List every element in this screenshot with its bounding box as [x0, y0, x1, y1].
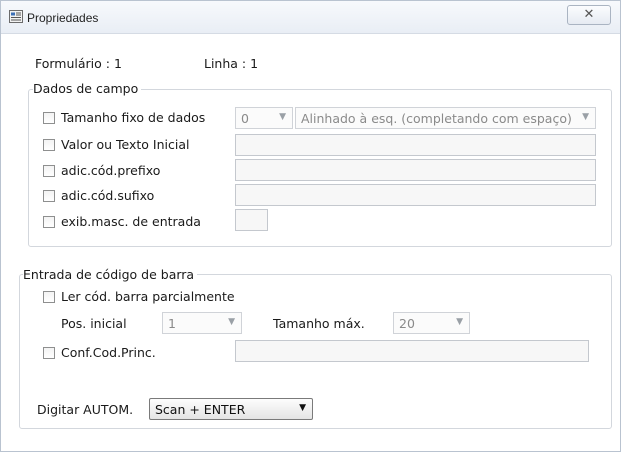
select-digitar-autom[interactable]: Scan + ENTER ▼: [149, 398, 313, 420]
label-pos-inicial: Pos. inicial: [61, 316, 127, 331]
input-sufixo[interactable]: [235, 184, 596, 206]
properties-dialog: Propriedades ✕ Formulário : 1 Linha : 1 …: [0, 0, 621, 452]
chevron-down-icon: ▼: [228, 317, 235, 327]
input-mascara[interactable]: [235, 209, 268, 231]
window-title: Propriedades: [27, 11, 99, 25]
properties-window-icon: [9, 10, 23, 23]
group-dados-de-campo-legend: Dados de campo: [33, 81, 142, 96]
label-ler-parcial: Ler cód. barra parcialmente: [61, 289, 235, 304]
chevron-down-icon: ▼: [299, 403, 306, 413]
chevron-down-icon: ▼: [582, 112, 589, 122]
close-icon: ✕: [583, 7, 595, 22]
select-digitar-autom-value: Scan + ENTER: [155, 402, 246, 417]
label-prefixo: adic.cód.prefixo: [61, 163, 161, 178]
select-tamanho-max[interactable]: 20 ▼: [393, 312, 470, 334]
checkbox-mascara[interactable]: [43, 216, 55, 228]
checkbox-sufixo[interactable]: [43, 190, 55, 202]
checkbox-tamanho-fixo[interactable]: [43, 112, 55, 124]
checkbox-valor-inicial[interactable]: [43, 139, 55, 151]
chevron-down-icon: ▼: [456, 317, 463, 327]
select-alignment-value: Alinhado à esq. (completando com espaço): [301, 111, 572, 126]
label-tamanho-max: Tamanho máx.: [273, 316, 365, 331]
select-pos-inicial[interactable]: 1 ▼: [162, 312, 242, 334]
label-mascara: exib.masc. de entrada: [61, 214, 201, 229]
label-tamanho-fixo: Tamanho fixo de dados: [61, 110, 206, 125]
group-codigo-barra-legend: Entrada de código de barra: [23, 267, 198, 282]
select-alignment[interactable]: Alinhado à esq. (completando com espaço)…: [295, 107, 596, 129]
input-valor-inicial[interactable]: [235, 134, 596, 156]
close-button[interactable]: ✕: [567, 5, 611, 25]
form-number-label: Formulário : 1: [35, 56, 122, 71]
checkbox-ler-parcial[interactable]: [43, 291, 55, 303]
input-conf-cod-princ[interactable]: [235, 340, 589, 362]
title-bar[interactable]: Propriedades ✕: [1, 1, 620, 34]
select-tamanho-max-value: 20: [399, 316, 415, 331]
select-tamanho-fixo-size-value: 0: [241, 111, 249, 126]
chevron-down-icon: ▼: [279, 112, 286, 122]
label-sufixo: adic.cód.sufixo: [61, 188, 155, 203]
select-tamanho-fixo-size[interactable]: 0 ▼: [235, 107, 293, 129]
line-number-label: Linha : 1: [204, 56, 259, 71]
label-conf-cod-princ: Conf.Cod.Princ.: [61, 345, 156, 360]
label-digitar-autom: Digitar AUTOM.: [37, 402, 134, 417]
label-valor-inicial: Valor ou Texto Inicial: [61, 137, 190, 152]
select-pos-inicial-value: 1: [168, 316, 176, 331]
input-prefixo[interactable]: [235, 159, 596, 181]
checkbox-prefixo[interactable]: [43, 165, 55, 177]
checkbox-conf-cod-princ[interactable]: [43, 347, 55, 359]
